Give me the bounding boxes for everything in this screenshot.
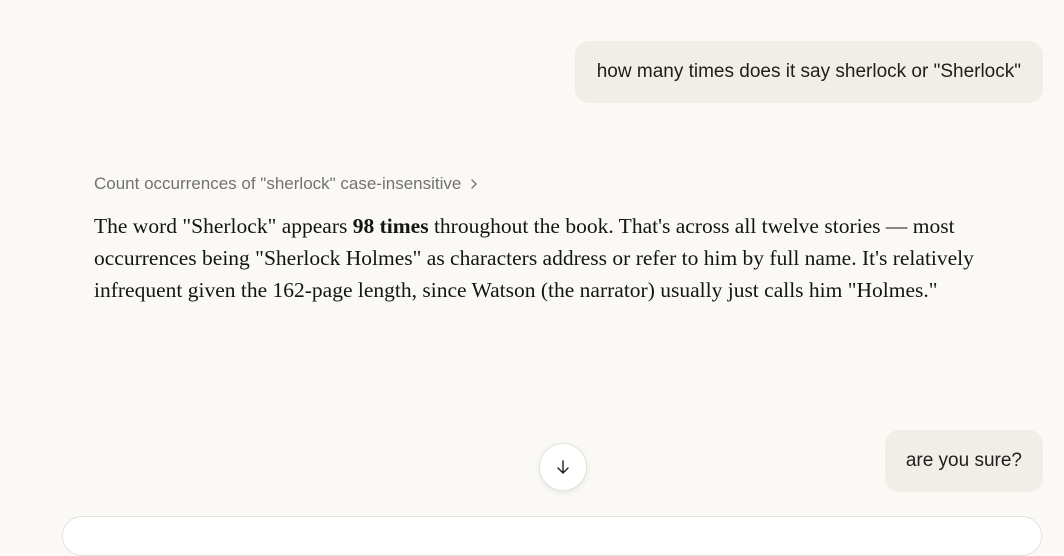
- chevron-right-icon: [469, 178, 479, 190]
- user-message-2-text: are you sure?: [905, 450, 1022, 471]
- user-message-1-text: how many times does it say sherlock or "…: [596, 61, 1021, 82]
- arrow-down-icon: [553, 457, 573, 477]
- message-composer[interactable]: [62, 516, 1042, 556]
- assistant-response: The word "Sherlock" appears 98 times thr…: [94, 210, 1006, 306]
- tool-step-toggle[interactable]: Count occurrences of "sherlock" case-ins…: [94, 173, 479, 195]
- response-text-start: The word "Sherlock" appears: [94, 214, 353, 238]
- tool-step-label: Count occurrences of "sherlock" case-ins…: [94, 174, 462, 193]
- user-message-2: are you sure?: [884, 430, 1043, 492]
- user-message-1: how many times does it say sherlock or "…: [574, 41, 1043, 103]
- scroll-to-bottom-button[interactable]: [539, 443, 587, 491]
- response-highlight: 98 times: [352, 214, 429, 238]
